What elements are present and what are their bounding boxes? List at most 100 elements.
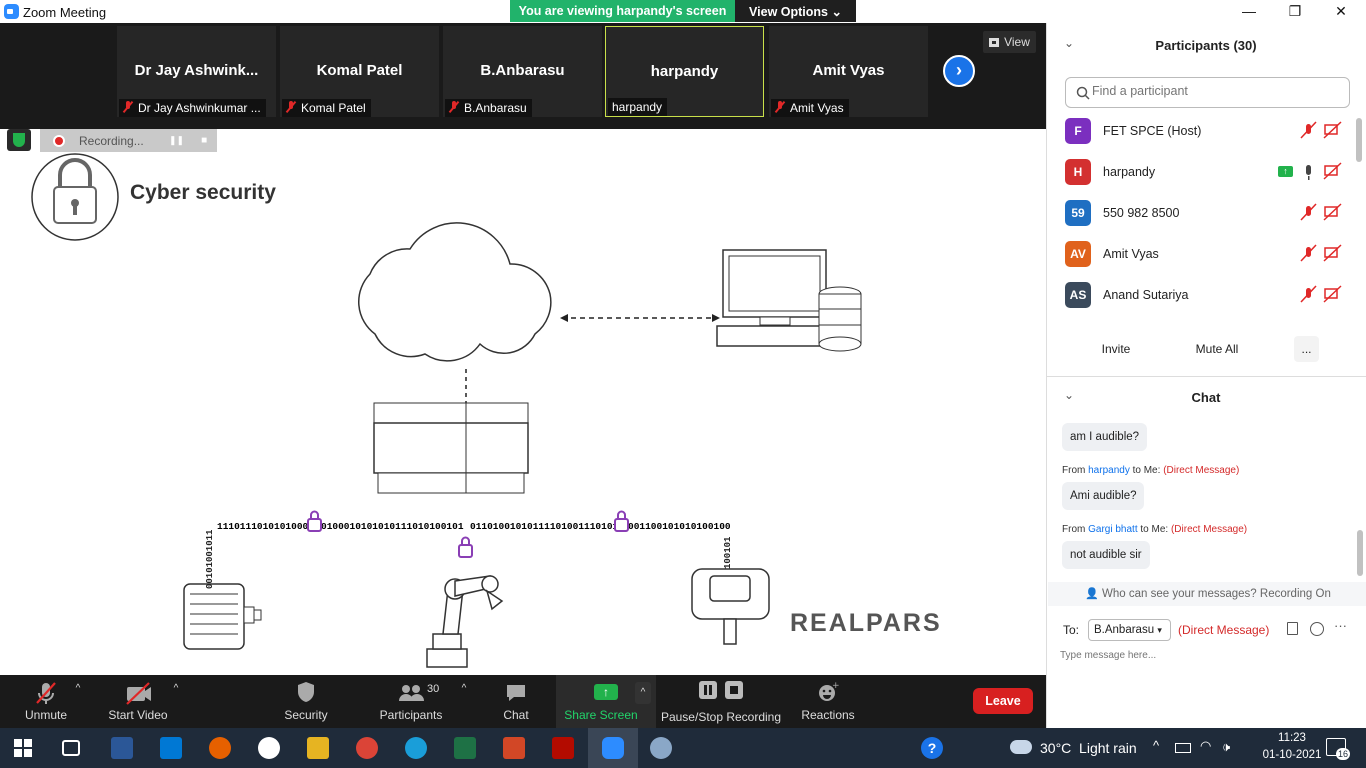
more-options-button[interactable]: ... (1294, 336, 1319, 362)
invite-button[interactable]: Invite (1093, 336, 1139, 362)
person-lock-icon: 👤 (1085, 588, 1099, 600)
file-icon[interactable] (1287, 622, 1298, 635)
tile-name: B.Anbarasu (480, 62, 565, 79)
tile-label: B.Anbarasu (445, 99, 532, 117)
bit-stream-left: 1110111010101000 (217, 521, 309, 532)
close-button[interactable]: ✕ (1318, 0, 1364, 22)
chat-scrollbar[interactable] (1357, 530, 1363, 576)
mic-muted-icon (286, 101, 296, 113)
padlock-logo-icon (31, 153, 119, 241)
next-page-button[interactable]: › (943, 55, 975, 87)
direct-message-label: (Direct Message) (1178, 623, 1270, 637)
participant-name: Amit Vyas (1103, 247, 1159, 261)
recording-bar: Recording... ❚❚ ■ (40, 129, 217, 152)
minimize-button[interactable]: — (1226, 0, 1272, 22)
gallery-view-button[interactable]: View (983, 31, 1036, 53)
clock-date[interactable]: 01-10-2021 (1262, 749, 1322, 761)
chrome-icon[interactable] (356, 737, 378, 759)
notification-count: 16 (1336, 748, 1350, 760)
wifi-icon[interactable]: ◠ (1200, 738, 1211, 754)
tile-name: Amit Vyas (812, 62, 885, 79)
video-tile[interactable]: Amit Vyas Amit Vyas (769, 26, 928, 117)
chat-button[interactable]: Chat (498, 675, 534, 728)
reactions-button[interactable]: + Reactions (800, 675, 856, 728)
share-options-caret[interactable]: ^ (635, 682, 651, 704)
avatar: F (1065, 118, 1091, 144)
edge-icon[interactable] (405, 737, 427, 759)
paint-icon[interactable] (650, 737, 672, 759)
app-icon[interactable] (258, 737, 280, 759)
collapse-participants-chevron-icon[interactable]: ⌄ (1064, 36, 1074, 50)
bit-stream-mid-left: 0100010101010111010100101 (321, 521, 464, 532)
tile-label: Dr Jay Ashwinkumar ... (119, 99, 266, 117)
sharing-screen-icon: ↑ (1278, 166, 1293, 177)
mic-muted-icon (1300, 121, 1317, 303)
leave-button[interactable]: Leave (973, 688, 1033, 714)
emoji-icon[interactable] (1310, 622, 1324, 636)
to-label: To: (1063, 623, 1080, 637)
video-tile[interactable]: B.Anbarasu B.Anbarasu (443, 26, 602, 117)
grid-icon (989, 37, 1000, 47)
microphone-muted-icon (36, 682, 56, 704)
powerpoint-icon[interactable] (503, 737, 525, 759)
start-video-button[interactable]: Start Video (105, 675, 171, 728)
cyber-security-diagram: 1110111010101000 01000101010101110101001… (31, 153, 862, 668)
tile-label: harpandy (608, 98, 668, 116)
stop-icon (725, 681, 743, 699)
encryption-shield-icon[interactable] (7, 129, 31, 151)
firefox-icon[interactable] (209, 737, 231, 759)
recording-dot-icon (53, 134, 65, 147)
view-options-button[interactable]: View Options ⌄ (735, 0, 856, 22)
chat-message-sender: From Gargi bhatt to Me: (Direct Message) (1062, 524, 1248, 535)
zoom-logo-icon (4, 4, 19, 19)
file-explorer-icon[interactable] (307, 737, 329, 759)
more-icon[interactable]: ··· (1334, 618, 1347, 633)
clock-time[interactable]: 11:23 (1262, 732, 1322, 744)
video-strip: Dr Jay Ashwink... Dr Jay Ashwinkumar ...… (0, 23, 1046, 129)
excel-icon[interactable] (454, 737, 476, 759)
search-input[interactable] (1092, 84, 1342, 98)
acrobat-icon[interactable] (552, 737, 574, 759)
who-can-see-bar[interactable]: 👤 Who can see your messages? Recording O… (1048, 582, 1366, 606)
store-icon[interactable] (160, 737, 182, 759)
pause-recording-button[interactable]: ❚❚ (169, 135, 184, 146)
video-tile-active-speaker[interactable]: harpandy harpandy (605, 26, 764, 117)
avatar: H (1065, 159, 1091, 185)
chevron-up-icon[interactable]: ^ (1153, 738, 1159, 753)
recipient-dropdown[interactable]: B.Anbarasu ▾ (1088, 619, 1171, 641)
mic-muted-icon (449, 101, 459, 113)
participant-search[interactable] (1065, 77, 1350, 108)
brand-logo: REALPARS (790, 609, 942, 637)
meeting-toolbar: Unmute ^ Start Video ^ Security 30 Parti… (0, 675, 1046, 728)
weather-text[interactable]: 30°C Light rain (1040, 740, 1137, 756)
shared-screen: 1110111010101000 01000101010101110101001… (0, 129, 1046, 675)
chat-message: am I audible? (1062, 423, 1148, 451)
svg-text:+: + (832, 681, 839, 691)
windows-start-icon[interactable] (14, 739, 32, 757)
bit-stream-vertical-right: 100101 (723, 536, 733, 569)
word-icon[interactable] (111, 737, 133, 759)
collapse-chat-chevron-icon[interactable]: ⌄ (1064, 388, 1074, 402)
video-tile[interactable]: Dr Jay Ashwink... Dr Jay Ashwinkumar ... (117, 26, 276, 117)
chat-input[interactable] (1060, 647, 1350, 663)
unmute-button[interactable]: Unmute (18, 675, 74, 728)
volume-icon[interactable]: 🕩 (1222, 739, 1230, 755)
stop-recording-button[interactable]: ■ (201, 135, 207, 146)
battery-icon[interactable] (1175, 743, 1191, 753)
share-screen-button[interactable]: ↑ ^ Share Screen (556, 675, 656, 728)
mute-all-button[interactable]: Mute All (1186, 336, 1248, 362)
weather-cloud-icon (1010, 740, 1032, 754)
participants-button[interactable]: 30 Participants (378, 675, 444, 728)
task-view-icon[interactable] (62, 740, 80, 756)
maximize-button[interactable]: ❐ (1272, 0, 1318, 22)
chat-bubble-icon (507, 685, 525, 701)
video-tile[interactable]: Komal Patel Komal Patel (280, 26, 439, 117)
chat-header: Chat (1191, 390, 1221, 405)
help-icon[interactable]: ? (921, 737, 943, 759)
zoom-taskbar-active[interactable] (588, 728, 638, 768)
controller-icon (373, 402, 529, 494)
participants-count: 30 (427, 683, 440, 695)
pause-stop-recording-button[interactable]: Pause/Stop Recording (660, 675, 782, 728)
security-button[interactable]: Security (280, 675, 332, 728)
participants-scrollbar[interactable] (1356, 118, 1362, 162)
